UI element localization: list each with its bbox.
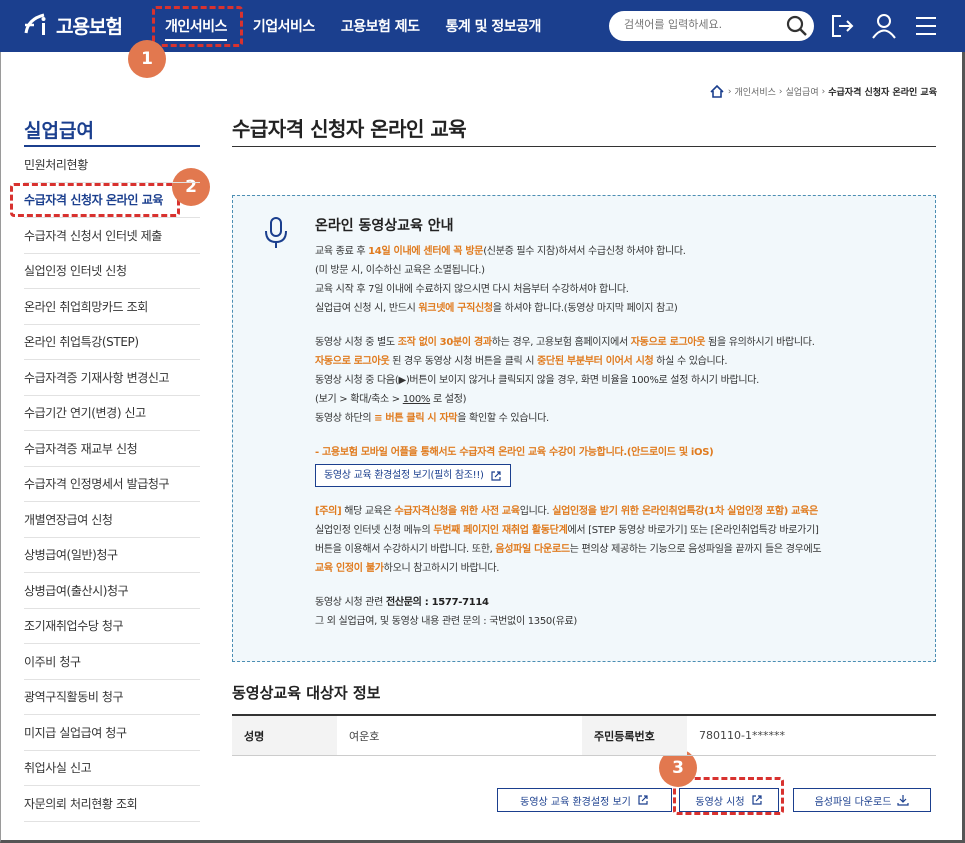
sidebar-item-application-submit[interactable]: 수급자격 신청서 인터넷 제출 xyxy=(24,218,200,254)
annotation-badge-1: 1 xyxy=(128,40,166,78)
external-link-icon xyxy=(491,470,501,481)
annotation-box-1 xyxy=(152,6,243,47)
nav-business-service[interactable]: 기업서비스 xyxy=(253,16,315,41)
notice-box: 온라인 동영상교육 안내 교육 종료 후 14일 이내에 센터에 꼭 방문(신분… xyxy=(232,195,936,662)
notice-line: 교육 시작 후 7일 이내에 수료하지 않으시면 다시 처음부터 수강하셔야 합… xyxy=(315,284,629,295)
sidebar-item-employment-report[interactable]: 취업사실 신고 xyxy=(24,751,200,786)
notice-line: (미 방문 시, 이수하신 교육은 소멸됩니다.) xyxy=(315,265,485,276)
breadcrumb-unemployment[interactable]: 실업급여 xyxy=(786,85,819,98)
notice-line: 동영상 시청 중 다음(▶)버튼이 보이지 않거나 클릭되지 않을 경우, 화면… xyxy=(315,375,760,386)
notice-line: 동영상 하단의 ≡ 버튼 클릭 시 자막을 확인할 수 있습니다. xyxy=(315,413,549,424)
caution-line: 교육 인정이 불가하오니 참고하시기 바랍니다. xyxy=(315,563,500,574)
env-setting-button[interactable]: 동영상 교육 환경설정 보기 xyxy=(497,788,672,812)
sidebar-item-sickness-general[interactable]: 상병급여(일반)청구 xyxy=(24,538,200,573)
title-divider xyxy=(232,146,936,147)
sidebar-item-sickness-birth[interactable]: 상병급여(출산시)청구 xyxy=(24,573,200,609)
mobile-notice: - 고용보험 모바일 어플을 통해서도 수급자격 온라인 교육 수강이 가능합니… xyxy=(315,447,714,458)
sidebar-item-individual-extension[interactable]: 개별연장급여 신청 xyxy=(24,502,200,538)
env-setting-guide-button[interactable]: 동영상 교육 환경설정 보기(필히 참조!!) xyxy=(315,464,511,487)
breadcrumb: › 개인서비스 › 실업급여 › 수급자격 신청자 온라인 교육 xyxy=(709,84,937,99)
rrn-value: 780110-1****** xyxy=(699,729,785,742)
sidebar-item-step-lecture[interactable]: 온라인 취업특강(STEP) xyxy=(24,325,200,360)
sidebar-item-job-card[interactable]: 온라인 취업희망카드 조회 xyxy=(24,289,200,325)
breadcrumb-current: 수급자격 신청자 온라인 교육 xyxy=(828,88,937,98)
breadcrumb-separator: › xyxy=(778,86,783,97)
breadcrumb-personal-service[interactable]: 개인서비스 xyxy=(734,85,775,98)
notice-body: 교육 종료 후 14일 이내에 센터에 꼭 방문(신분증 필수 지참)하셔서 수… xyxy=(315,242,925,631)
search-input[interactable] xyxy=(624,18,784,31)
microphone-icon xyxy=(265,217,287,248)
sidebar-item-unemployment-recognition[interactable]: 실업인정 인터넷 신청 xyxy=(24,254,200,289)
notice-title: 온라인 동영상교육 안내 xyxy=(315,218,454,234)
watch-video-label: 동영상 시청 xyxy=(695,796,745,808)
notice-line: (보기 > 확대/축소 > 100% 로 설정) xyxy=(315,394,467,405)
sidebar-item-job-search-expense[interactable]: 광역구직활동비 청구 xyxy=(24,680,200,715)
sidebar-item-complaint-status[interactable]: 민원처리현황 xyxy=(24,147,200,183)
sidebar-item-reissue[interactable]: 수급자격증 재교부 신청 xyxy=(24,431,200,467)
sidebar-item-period-extension[interactable]: 수급기간 연기(변경) 신고 xyxy=(24,396,200,431)
contact-line: 동영상 시청 관련 전산문의 : 1577-7114 xyxy=(315,597,489,608)
notice-line: 교육 종료 후 14일 이내에 센터에 꼭 방문(신분증 필수 지참)하셔서 수… xyxy=(315,246,686,257)
search-icon[interactable] xyxy=(786,15,808,37)
sidebar-item-early-reemployment[interactable]: 조기재취업수당 청구 xyxy=(24,609,200,644)
breadcrumb-separator: › xyxy=(727,86,732,97)
rrn-label: 주민등록번호 xyxy=(582,716,687,755)
sidebar-item-consult-status[interactable]: 자문의뢰 처리현황 조회 xyxy=(24,786,200,822)
sidebar-item-online-education[interactable]: 수급자격 신청자 온라인 교육 xyxy=(24,183,200,218)
sidebar-item-change-report[interactable]: 수급자격증 기재사항 변경신고 xyxy=(24,360,200,396)
contact-line: 그 외 실업급여, 및 동영상 내용 관련 문의 : 국번없이 1350(유료) xyxy=(315,616,577,627)
logout-icon[interactable] xyxy=(829,13,855,39)
menu-icon[interactable] xyxy=(913,13,939,39)
notice-line: 실업급여 신청 시, 반드시 워크넷에 구직신청을 하셔야 합니다.(동영상 마… xyxy=(315,303,678,314)
logo-icon xyxy=(24,13,46,35)
sidebar-title: 실업급여 xyxy=(24,120,94,142)
caution-line: [주의] 해당 교육은 수급자격신청을 위한 사전 교육입니다. 실업인정을 받… xyxy=(315,506,818,517)
sidebar-item-certificate[interactable]: 수급자격 인정명세서 발급청구 xyxy=(24,467,200,502)
env-setting-guide-label: 동영상 교육 환경설정 보기(필히 참조!!) xyxy=(324,470,484,481)
user-icon[interactable] xyxy=(871,13,897,39)
nav-statistics[interactable]: 통계 및 정보공개 xyxy=(445,16,541,41)
sidebar-menu: 민원처리현황 수급자격 신청자 온라인 교육 수급자격 신청서 인터넷 제출 실… xyxy=(24,147,200,822)
notice-line: 동영상 시청 중 별도 조작 없이 30분이 경과하는 경우, 고용보험 홈페이… xyxy=(315,337,815,348)
info-section-title: 동영상교육 대상자 정보 xyxy=(232,684,381,702)
external-link-icon xyxy=(751,795,762,805)
env-setting-label: 동영상 교육 환경설정 보기 xyxy=(520,796,631,808)
sidebar-item-relocation[interactable]: 이주비 청구 xyxy=(24,644,200,680)
caution-line: 버튼을 이용해서 수강하시기 바랍니다. 또한, 음성파일 다운로드는 편의상 … xyxy=(315,544,822,555)
nav-insurance-system[interactable]: 고용보험 제도 xyxy=(341,16,420,41)
page-title: 수급자격 신청자 온라인 교육 xyxy=(232,117,467,141)
name-value: 여운호 xyxy=(349,729,380,743)
watch-video-button[interactable]: 동영상 시청 xyxy=(679,788,779,812)
logo[interactable]: 고용보험 xyxy=(22,11,123,39)
info-table: 성명 여운호 주민등록번호 780110-1****** xyxy=(232,714,936,756)
logo-text: 고용보험 xyxy=(56,15,123,38)
external-link-icon xyxy=(638,795,648,805)
notice-line: 자동으로 로그아웃 된 경우 동영상 시청 버튼을 클릭 시 중단된 부분부터 … xyxy=(315,356,728,367)
sidebar-item-unpaid-claim[interactable]: 미지급 실업급여 청구 xyxy=(24,715,200,751)
caution-line: 실업인정 인터넷 신청 메뉴의 두번째 페이지인 재취업 활동단계에서 [STE… xyxy=(315,525,819,536)
audio-download-label: 음성파일 다운로드 xyxy=(814,796,892,808)
search-box xyxy=(609,11,814,41)
audio-download-button[interactable]: 음성파일 다운로드 xyxy=(793,788,931,812)
home-icon[interactable] xyxy=(709,84,725,99)
name-label: 성명 xyxy=(232,716,337,755)
breadcrumb-separator: › xyxy=(821,86,826,97)
download-icon xyxy=(897,795,909,806)
